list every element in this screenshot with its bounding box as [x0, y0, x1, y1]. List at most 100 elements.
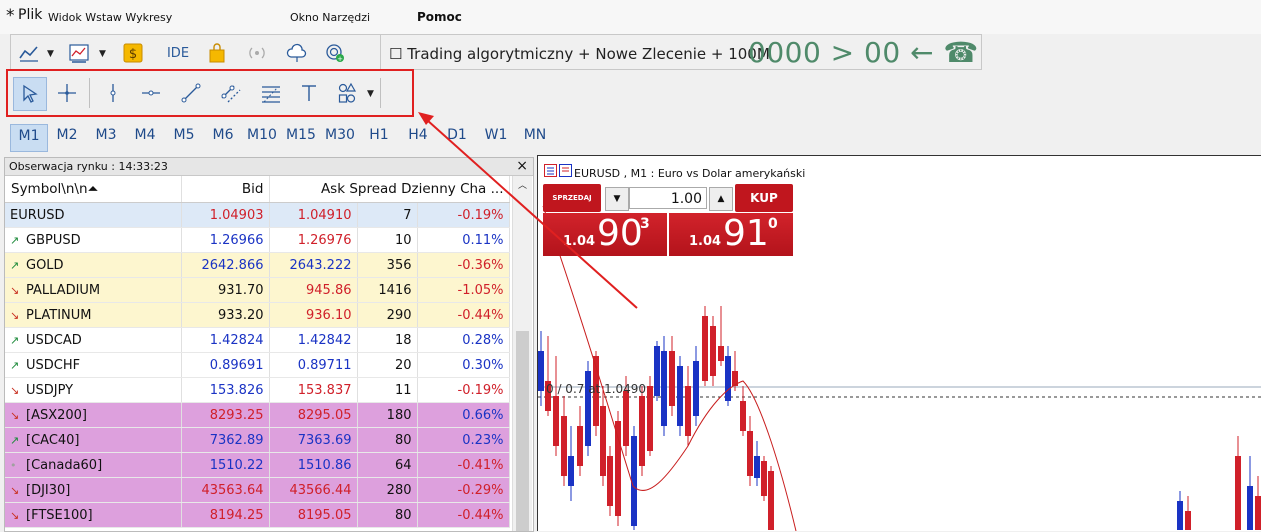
timeframe-m1[interactable]: M1	[10, 124, 48, 152]
cell-ask: 945.86	[269, 277, 358, 303]
candle-body	[639, 396, 645, 466]
table-row[interactable]: ↗ [CAC40] 7362.89 7363.69 80 0.23%	[5, 427, 510, 453]
cell-spread: 64	[357, 452, 418, 478]
cell-change: -0.19%	[417, 202, 510, 228]
menu-widok-wstaw-wykresy[interactable]: Widok Wstaw Wykresy	[48, 11, 172, 24]
volume-decrease-button[interactable]: ▼	[605, 187, 629, 211]
cloud-icon[interactable]	[283, 39, 311, 67]
table-row[interactable]: ↘ [FTSE100] 8194.25 8195.05 80 -0.44%	[5, 502, 510, 528]
modified-indicator: *	[6, 6, 15, 26]
arrow-up-right-icon: ↗	[10, 333, 20, 347]
header-ask-spread-change[interactable]: Ask Spread Dzienny Cha ...	[269, 176, 510, 203]
symbol-name: GOLD	[26, 257, 64, 273]
symbol-name: PALLADIUM	[26, 282, 101, 298]
menu-plik[interactable]: Plik	[18, 7, 42, 23]
candle-body	[1247, 486, 1253, 530]
svg-text:+: +	[337, 55, 343, 63]
buy-button[interactable]: KUP	[735, 184, 793, 212]
vps-icon[interactable]: +	[321, 39, 349, 67]
table-row[interactable]: ↘ PALLADIUM 931.70 945.86 1416 -1.05%	[5, 277, 510, 303]
timeframe-m10[interactable]: M10	[244, 124, 280, 150]
header-symbol[interactable]: Symbol\n\n⏶	[5, 176, 182, 203]
sell-price-prefix: 1.04	[563, 234, 596, 249]
buy-price-button[interactable]: 1.04 91 0	[669, 213, 793, 256]
indicators-icon[interactable]	[65, 39, 93, 67]
cell-symbol: ↘ USDJPY	[5, 377, 182, 403]
candle-body	[1185, 511, 1191, 530]
market-watch-title: Obserwacja rynku : 14:33:23 ×	[5, 158, 533, 176]
table-header-row: Symbol\n\n⏶ Bid Ask Spread Dzienny Cha .…	[5, 176, 510, 203]
ide-button[interactable]: IDE	[163, 39, 193, 67]
symbol-name: [FTSE100]	[26, 507, 93, 523]
cell-ask: 936.10	[269, 302, 358, 328]
candle-body	[561, 416, 567, 476]
timeframe-m30[interactable]: M30	[322, 124, 358, 150]
cell-spread: 11	[357, 377, 418, 403]
algo-trading-label[interactable]: ☐ Trading algorytmiczny + Nowe Zlecenie …	[389, 45, 770, 63]
cell-ask: 8295.05	[269, 402, 358, 428]
one-click-trading-panel: SPRZEDAJ ▼ 1.00 ▲ KUP 1.04 90 3 1.04 91 …	[543, 184, 794, 257]
table-row[interactable]: ↘ USDJPY 153.826 153.837 11 -0.19%	[5, 377, 510, 403]
timeframe-d1[interactable]: D1	[439, 124, 475, 150]
candle-body	[538, 351, 544, 391]
scrollbar-thumb[interactable]	[516, 331, 529, 531]
highlight-box	[6, 69, 414, 117]
volume-input[interactable]: 1.00	[629, 187, 707, 209]
cell-bid: 8194.25	[181, 502, 270, 528]
timeframe-m6[interactable]: M6	[205, 124, 241, 150]
symbol-name: [DJI30]	[26, 482, 71, 498]
cell-ask: 8195.05	[269, 502, 358, 528]
timeframe-m15[interactable]: M15	[283, 124, 319, 150]
cell-symbol: ↗ [CAC40]	[5, 427, 182, 453]
sell-price-button[interactable]: 1.04 90 3	[543, 213, 667, 256]
timeframe-m4[interactable]: M4	[127, 124, 163, 150]
table-row[interactable]: ↗ USDCAD 1.42824 1.42842 18 0.28%	[5, 327, 510, 353]
table-row[interactable]: ↗ GBPUSD 1.26966 1.26976 10 0.11%	[5, 227, 510, 253]
timeframe-m2[interactable]: M2	[49, 124, 85, 150]
table-row[interactable]: ↗ USDCHF 0.89691 0.89711 20 0.30%	[5, 352, 510, 378]
table-row[interactable]: ↘ [ASX200] 8293.25 8295.05 180 0.66%	[5, 402, 510, 428]
arrow-down-right-icon: ↘	[10, 308, 20, 322]
chart-type-icon[interactable]	[15, 39, 43, 67]
chevron-up-icon[interactable]: ︿	[518, 178, 527, 191]
timeframe-h1[interactable]: H1	[361, 124, 397, 150]
header-bid[interactable]: Bid	[181, 176, 270, 203]
chevron-down-icon[interactable]: ▼	[99, 49, 109, 59]
sell-button[interactable]: SPRZEDAJ	[543, 184, 601, 212]
shopping-bag-icon[interactable]	[203, 39, 231, 67]
svg-text:$: $	[129, 47, 137, 62]
chart-window[interactable]: EURUSD , M1 : Euro vs Dolar amerykański …	[537, 155, 1261, 531]
cell-symbol: ↗ GBPUSD	[5, 227, 182, 253]
timeframe-h4[interactable]: H4	[400, 124, 436, 150]
close-icon[interactable]: ×	[516, 158, 528, 175]
chevron-down-icon[interactable]: ▼	[47, 49, 57, 59]
table-row[interactable]: ↘ [DJI30] 43563.64 43566.44 280 -0.29%	[5, 477, 510, 503]
cell-ask: 43566.44	[269, 477, 358, 503]
cell-symbol: ↘ [DJI30]	[5, 477, 182, 503]
table-row[interactable]: • [Canada60] 1510.22 1510.86 64 -0.41%	[5, 452, 510, 478]
candle-body	[761, 461, 767, 496]
timeframe-m3[interactable]: M3	[88, 124, 124, 150]
candle-body	[1255, 496, 1261, 530]
candle-body	[754, 456, 760, 478]
cell-change: -0.44%	[417, 302, 510, 328]
buy-price-big: 91	[723, 213, 769, 254]
table-row[interactable]: ↘ PLATINUM 933.20 936.10 290 -0.44%	[5, 302, 510, 328]
scrollbar[interactable]: ︿	[512, 176, 532, 531]
dollar-icon[interactable]: $	[119, 39, 147, 67]
table-row[interactable]: ↗ GOLD 2642.866 2643.222 356 -0.36%	[5, 252, 510, 278]
timeframe-m5[interactable]: M5	[166, 124, 202, 150]
timeframe-mn[interactable]: MN	[517, 124, 553, 150]
menu-okno-narzedzi[interactable]: Okno Narzędzi	[290, 11, 370, 24]
arrow-up-right-icon: ↗	[10, 233, 20, 247]
cell-symbol: ↘ PALLADIUM	[5, 277, 182, 303]
signals-icon[interactable]	[243, 39, 271, 67]
table-row[interactable]: EURUSD 1.04903 1.04910 7 -0.19%	[5, 202, 510, 228]
arrow-down-right-icon: ↘	[10, 483, 20, 497]
timeframe-w1[interactable]: W1	[478, 124, 514, 150]
symbol-name: [Canada60]	[26, 457, 103, 473]
candle-body	[568, 456, 574, 486]
cell-bid: 1.04903	[181, 202, 270, 228]
volume-increase-button[interactable]: ▲	[709, 187, 733, 211]
menu-pomoc[interactable]: Pomoc	[417, 10, 462, 24]
